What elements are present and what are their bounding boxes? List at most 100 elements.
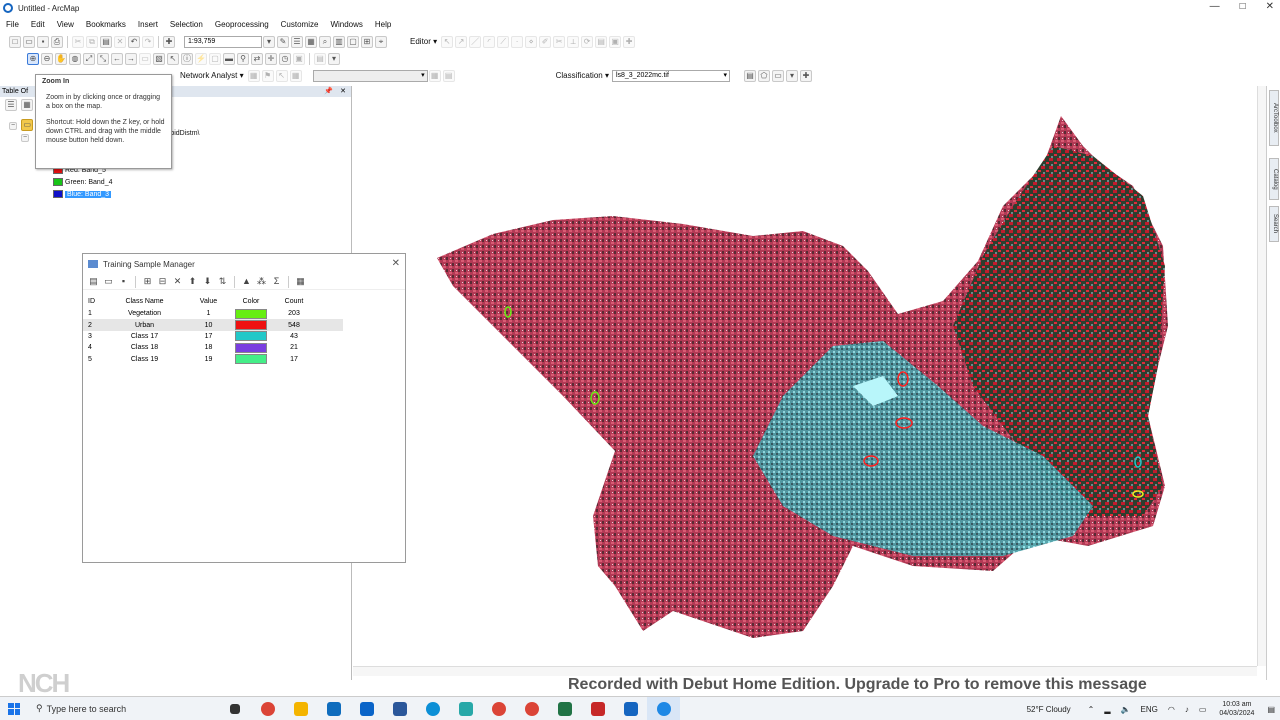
tray-chevron-icon[interactable]: ⌃ [1088, 705, 1095, 714]
class-color-swatch[interactable] [235, 320, 267, 331]
cell-class-name[interactable]: Class 17 [103, 333, 186, 340]
cell-value[interactable]: 18 [186, 344, 231, 351]
wifi-icon[interactable]: ◠ [1168, 705, 1175, 714]
menu-windows[interactable]: Windows [324, 20, 368, 29]
table-row[interactable]: 2 Urban 10 548 [83, 319, 343, 331]
cell-value[interactable]: 10 [186, 322, 231, 329]
col-id[interactable]: ID [83, 298, 103, 305]
find-icon[interactable]: ⚲ [237, 52, 249, 65]
fixed-zoom-in-icon[interactable]: ⤢ [83, 52, 95, 65]
build-network-icon[interactable]: ▦ [428, 69, 441, 82]
undo-icon[interactable]: ↶ [128, 35, 140, 48]
new-training-samples-icon[interactable]: ▤ [88, 276, 99, 288]
menu-insert[interactable]: Insert [132, 20, 164, 29]
cell-color[interactable] [231, 331, 271, 342]
cell-class-name[interactable]: Class 19 [103, 356, 186, 363]
rotate-icon[interactable]: ⟳ [581, 35, 594, 48]
cell-value[interactable]: 1 [186, 310, 231, 317]
reshape-icon[interactable]: ✐ [539, 35, 552, 48]
collapse-layer-icon[interactable]: − [21, 133, 29, 142]
tsm-close-button[interactable]: ✕ [392, 258, 400, 269]
edit-tool-icon[interactable]: ↖ [441, 35, 454, 48]
network-analyst-menu[interactable]: Network Analyst ▾ [180, 71, 244, 80]
class-color-swatch[interactable] [235, 308, 267, 319]
chrome-icon[interactable] [515, 697, 548, 720]
select-by-graphics-icon[interactable]: ▭ [139, 52, 151, 65]
edit-vertices-icon[interactable]: ⋄ [525, 35, 538, 48]
select-elements-icon[interactable]: ↖ [167, 52, 179, 65]
expand-icon[interactable]: − [9, 121, 17, 130]
zoom-in-icon[interactable]: ⊕ [27, 52, 39, 65]
mail-icon[interactable] [350, 697, 383, 720]
file-explorer-icon[interactable] [284, 697, 317, 720]
create-network-location-icon[interactable]: ⚑ [261, 69, 274, 82]
cell-color[interactable] [231, 342, 271, 353]
network-icon[interactable]: ▂ [1104, 705, 1110, 714]
cell-class-name[interactable]: Class 18 [103, 344, 186, 351]
full-extent-icon[interactable]: ◍ [69, 52, 81, 65]
editor-toolbar-icon[interactable]: ✎ [277, 35, 289, 48]
chrome-icon[interactable] [251, 697, 284, 720]
menu-selection[interactable]: Selection [164, 20, 209, 29]
catalog-icon[interactable]: ▦ [305, 35, 317, 48]
training-sample-manager-icon[interactable]: ▤ [743, 69, 756, 82]
volume-icon[interactable]: 🔈 [1121, 705, 1131, 714]
cell-color[interactable] [231, 354, 271, 365]
directions-icon[interactable]: ▤ [442, 69, 455, 82]
map-vertical-scrollbar[interactable] [1257, 86, 1266, 666]
reset-class-values-icon[interactable]: ⇅ [217, 276, 228, 288]
menu-help[interactable]: Help [369, 20, 397, 29]
sketch-properties-icon[interactable]: ▣ [609, 35, 622, 48]
list-by-drawing-order-icon[interactable]: ☰ [5, 99, 17, 111]
store-icon[interactable] [317, 697, 350, 720]
help-pointer-icon[interactable]: ⌖ [375, 35, 387, 48]
load-training-samples-icon[interactable]: ▭ [103, 276, 114, 288]
save-training-samples-icon[interactable]: ▪ [118, 276, 129, 288]
straight-segment-icon[interactable]: ／ [469, 35, 482, 48]
arcmap-taskbar-icon[interactable] [614, 697, 647, 720]
table-row[interactable]: 5 Class 19 19 17 [83, 354, 343, 365]
move-down-icon[interactable]: ⬇ [202, 276, 213, 288]
create-viewer-window-icon[interactable]: ▣ [293, 52, 305, 65]
band-blue-row[interactable]: Blue: Band_3 [53, 190, 112, 198]
table-of-contents-icon[interactable]: ☰ [291, 35, 303, 48]
table-row[interactable]: 4 Class 18 18 21 [83, 342, 343, 353]
solve-icon[interactable]: ▦ [289, 69, 302, 82]
menu-geoprocessing[interactable]: Geoprocessing [209, 20, 275, 29]
close-button[interactable]: ✕ [1266, 1, 1274, 12]
new-icon[interactable]: □ [9, 35, 21, 48]
menu-bookmarks[interactable]: Bookmarks [80, 20, 132, 29]
map-scale-input[interactable]: 1:93,759 [184, 35, 262, 48]
network-analyst-window-icon[interactable]: ▦ [247, 69, 260, 82]
classification-menu[interactable]: Classification ▾ [556, 71, 609, 80]
edge-icon[interactable] [416, 697, 449, 720]
col-count[interactable]: Count [271, 298, 317, 305]
notifications-icon[interactable]: ▤ [1267, 705, 1275, 714]
overflow-icon[interactable]: ▾ [328, 52, 340, 65]
chrome-icon[interactable] [482, 697, 515, 720]
table-row[interactable]: 1 Vegetation 1 203 [83, 308, 343, 319]
task-view-icon[interactable] [218, 697, 251, 720]
python-icon[interactable]: ▢ [347, 35, 359, 48]
word-icon[interactable] [383, 697, 416, 720]
taskbar-clock[interactable]: 10:03 am 04/03/2024 [1219, 700, 1254, 718]
taskbar-search-box[interactable]: ⚲ Type here to search [28, 697, 218, 720]
menu-file[interactable]: File [0, 20, 25, 29]
list-by-source-icon[interactable]: ▦ [21, 99, 33, 111]
split-icon[interactable]: ⟂ [567, 35, 580, 48]
paste-icon[interactable]: ▤ [100, 35, 112, 48]
col-color[interactable]: Color [231, 298, 271, 305]
class-color-swatch[interactable] [235, 354, 267, 365]
zoom-out-icon[interactable]: ⊖ [41, 52, 53, 65]
cell-color[interactable] [231, 308, 271, 319]
histograms-icon[interactable]: ▲ [241, 276, 252, 288]
search-tab[interactable]: Search [1269, 206, 1279, 242]
excel-icon[interactable] [548, 697, 581, 720]
col-class-name[interactable]: Class Name [103, 298, 186, 305]
go-to-xy-icon[interactable]: ✛ [265, 52, 277, 65]
fixed-zoom-out-icon[interactable]: ⤡ [97, 52, 109, 65]
classification-layer-select[interactable]: ls8_3_2022mc.tif [611, 69, 730, 82]
search-window-icon[interactable]: ⌕ [319, 35, 331, 48]
battery-icon[interactable]: ▭ [1199, 705, 1207, 714]
band-green-row[interactable]: Green: Band_4 [53, 178, 112, 186]
